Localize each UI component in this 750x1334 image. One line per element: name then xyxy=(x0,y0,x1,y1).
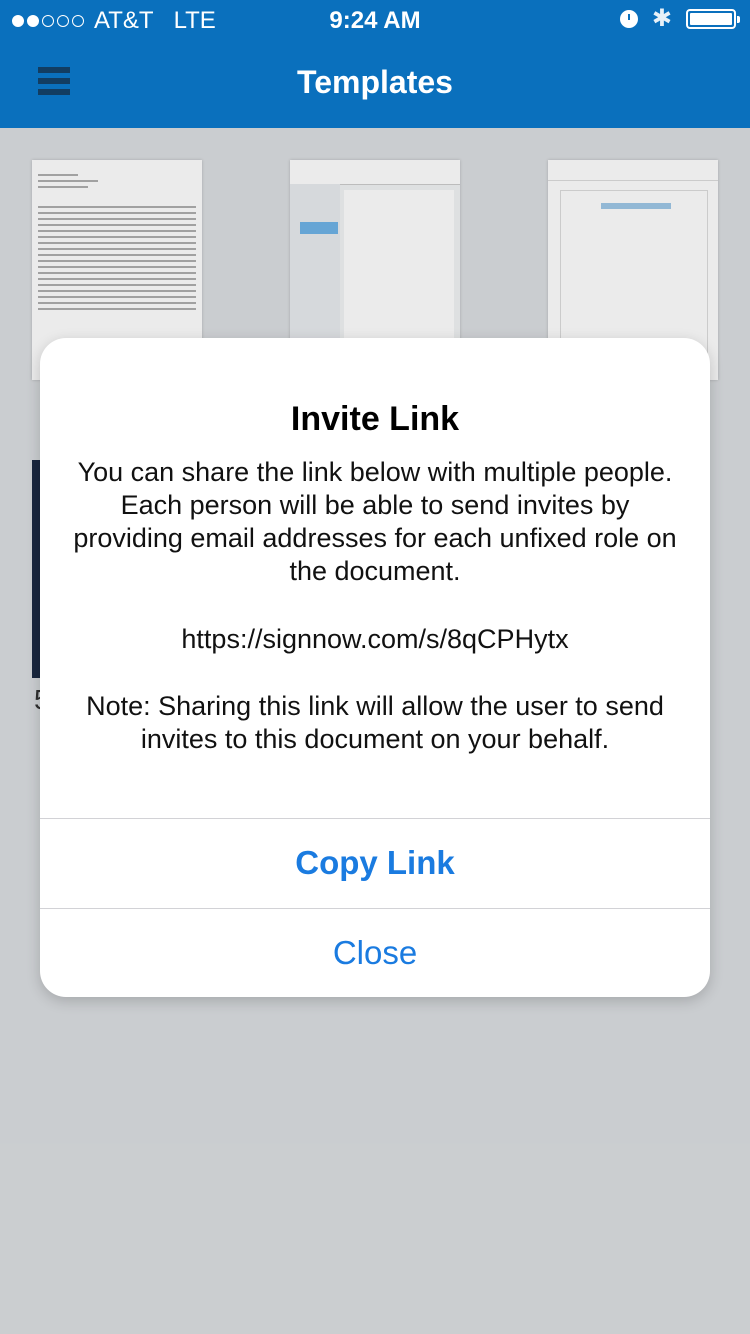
alarm-icon xyxy=(619,10,638,28)
status-bar: AT&T LTE 9:24 AM ✱ xyxy=(0,0,750,40)
nav-bar: Templates xyxy=(0,40,750,128)
dialog-note: Note: Sharing this link will allow the u… xyxy=(86,691,664,754)
invite-link-url: https://signnow.com/s/8qCPHytx xyxy=(181,624,569,654)
dialog-title: Invite Link xyxy=(290,400,460,438)
dialog-message: You can share the link below with multip… xyxy=(73,457,677,586)
page-title: Templates xyxy=(297,64,453,100)
status-right: ✱ xyxy=(619,5,740,32)
invite-link-dialog: Invite Link You can share the link below… xyxy=(40,338,710,997)
close-button[interactable]: Close xyxy=(40,908,710,997)
battery-icon xyxy=(686,9,740,29)
copy-link-button[interactable]: Copy Link xyxy=(40,818,710,907)
bluetooth-icon: ✱ xyxy=(651,5,672,32)
